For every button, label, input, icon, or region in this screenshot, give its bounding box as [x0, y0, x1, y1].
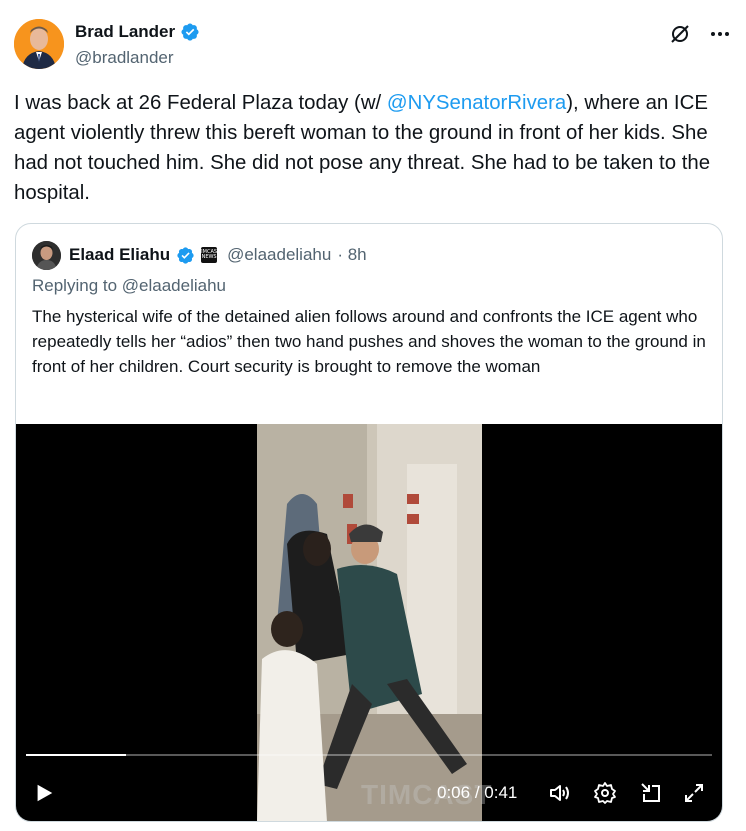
replying-to: Replying to @elaadeliahu [32, 276, 226, 295]
grok-icon[interactable] [668, 22, 692, 46]
volume-icon[interactable] [548, 781, 572, 805]
verified-badge-icon [181, 23, 199, 41]
current-time: 0:06 [437, 783, 471, 802]
post-header: Brad Lander @bradlander [14, 19, 732, 71]
pip-icon[interactable] [639, 781, 663, 805]
progress-fill [26, 754, 127, 756]
quoted-post-header: Elaad Eliahu TIMCAST NEWS @elaadeliahu ·… [32, 240, 367, 270]
quoted-author-name[interactable]: Elaad Eliahu [69, 245, 170, 265]
post-text: I was back at 26 Federal Plaza today (w/… [14, 88, 726, 208]
quoted-author-handle[interactable]: @elaadeliahu [227, 245, 331, 265]
post-text-start: I was back at 26 Federal Plaza today (w/ [14, 92, 387, 114]
fullscreen-icon[interactable] [682, 781, 706, 805]
video-time: 0:06 / 0:41 [437, 783, 517, 803]
video-player[interactable]: TIMCAST 0:06 / 0:41 [16, 424, 722, 821]
more-icon[interactable] [708, 22, 732, 46]
quoted-post-text: The hysterical wife of the detained alie… [32, 307, 706, 376]
video-controls: 0:06 / 0:41 [16, 776, 722, 810]
time-separator: / [470, 783, 485, 802]
affiliation-badge-text: TIMCAST NEWS [198, 249, 221, 260]
progress-bar[interactable] [26, 754, 712, 756]
video-frame [257, 424, 482, 821]
affiliation-badge[interactable]: TIMCAST NEWS [198, 247, 221, 263]
quoted-post[interactable]: Elaad Eliahu TIMCAST NEWS @elaadeliahu ·… [15, 223, 723, 822]
author-avatar[interactable] [14, 19, 64, 69]
mention-link[interactable]: @NYSenatorRivera [387, 92, 566, 114]
author-handle[interactable]: @bradlander [75, 48, 174, 68]
quoted-post-time[interactable]: · 8h [337, 245, 366, 265]
duration: 0:41 [484, 783, 518, 802]
verified-badge-icon [177, 246, 194, 264]
quoted-author-avatar[interactable] [32, 240, 61, 270]
play-icon[interactable] [33, 782, 55, 804]
author-name[interactable]: Brad Lander [75, 22, 175, 42]
settings-icon[interactable] [593, 781, 617, 805]
